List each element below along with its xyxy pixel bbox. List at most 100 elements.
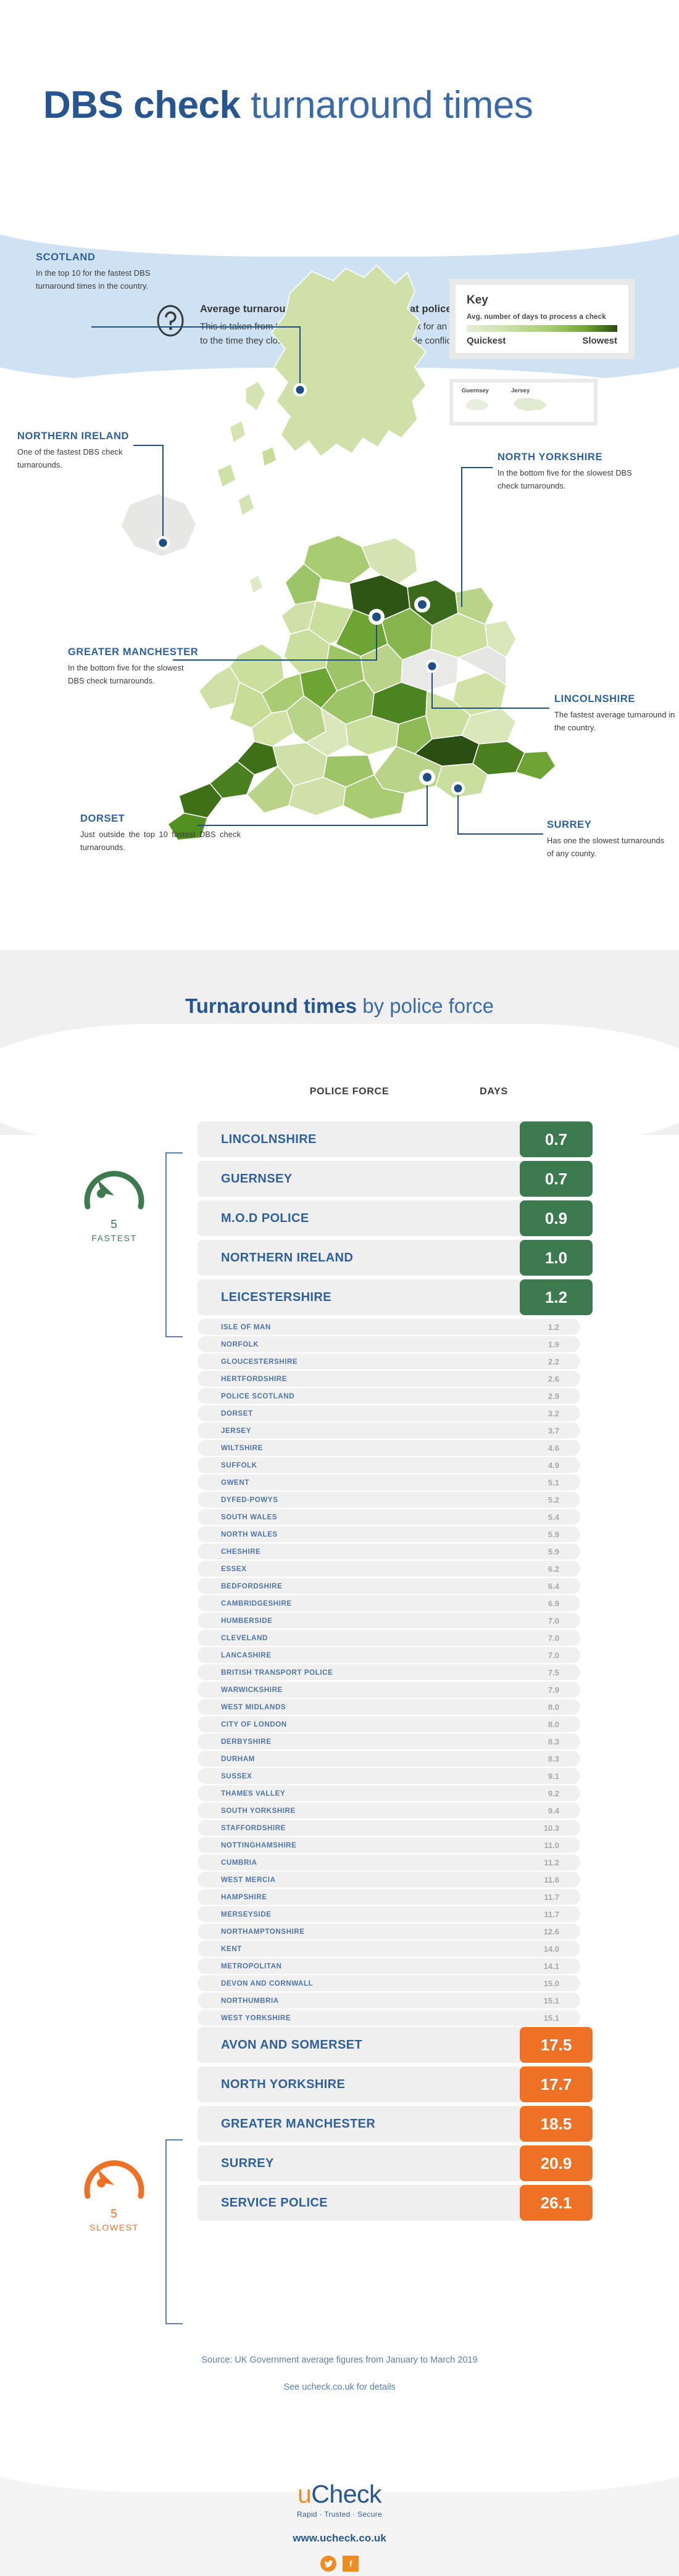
- facebook-icon[interactable]: [343, 2556, 359, 2572]
- table-row[interactable]: GREATER MANCHESTER 18.5: [198, 2106, 593, 2142]
- table-row-days: 1.0: [520, 1240, 593, 1276]
- table-row[interactable]: WEST MERCIA 11.6: [198, 1872, 580, 1888]
- table-row-force: DURHAM: [221, 1754, 255, 1763]
- table-row[interactable]: LINCOLNSHIRE 0.7: [198, 1121, 593, 1157]
- social-links: [0, 2556, 679, 2572]
- table-row[interactable]: NORTHUMBRIA 15.1: [198, 1992, 580, 2008]
- table-row[interactable]: JERSEY 3.7: [198, 1422, 580, 1439]
- section-title-bold: Turnaround times: [185, 994, 357, 1017]
- table-row[interactable]: HAMPSHIRE 11.7: [198, 1889, 580, 1905]
- twitter-icon[interactable]: [320, 2556, 336, 2572]
- table-row[interactable]: AVON AND SOMERSET 17.5: [198, 2027, 593, 2063]
- table-row[interactable]: NORTHAMPTONSHIRE 12.6: [198, 1923, 580, 1939]
- table-row-days: 14.0: [543, 1944, 559, 1954]
- table-row[interactable]: METROPOLITAN 14.1: [198, 1958, 580, 1974]
- table-row-force: THAMES VALLEY: [221, 1789, 286, 1798]
- table-row[interactable]: DURHAM 8.3: [198, 1751, 580, 1767]
- table-row[interactable]: GWENT 5.1: [198, 1474, 580, 1490]
- table-row[interactable]: DERBYSHIRE 8.3: [198, 1733, 580, 1749]
- table-row-force: HAMPSHIRE: [221, 1893, 267, 1901]
- callout-greater-manchester: GREATER MANCHESTER In the bottom five fo…: [68, 646, 198, 687]
- table-row[interactable]: M.O.D POLICE 0.9: [198, 1200, 593, 1236]
- table-row[interactable]: WEST MIDLANDS 8.0: [198, 1699, 580, 1715]
- table-row-force: POLICE SCOTLAND: [221, 1392, 295, 1400]
- table-row[interactable]: WILTSHIRE 4.6: [198, 1440, 580, 1456]
- table-row[interactable]: LEICESTERSHIRE 1.2: [198, 1279, 593, 1315]
- table-row-days: 11.2: [544, 1857, 559, 1867]
- table-row[interactable]: THAMES VALLEY 9.2: [198, 1785, 580, 1801]
- table-row-days: 5.2: [548, 1495, 559, 1505]
- table-row-force: ESSEX: [221, 1564, 247, 1573]
- table-row[interactable]: CUMBRIA 11.2: [198, 1854, 580, 1870]
- table-row[interactable]: POLICE SCOTLAND 2.9: [198, 1388, 580, 1404]
- table-row-days: 11.7: [544, 1909, 559, 1919]
- table-row[interactable]: SOUTH YORKSHIRE 9.4: [198, 1802, 580, 1818]
- table-row[interactable]: BEDFORDSHIRE 6.4: [198, 1578, 580, 1594]
- table-row[interactable]: CHESHIRE 5.9: [198, 1543, 580, 1559]
- table-row-days: 18.5: [520, 2106, 593, 2142]
- table-row-force: KENT: [221, 1944, 242, 1953]
- table-row[interactable]: SERVICE POLICE 26.1: [198, 2185, 593, 2221]
- table-row[interactable]: GUERNSEY 0.7: [198, 1161, 593, 1197]
- callout-north-yorkshire-title: NORTH YORKSHIRE: [498, 452, 603, 463]
- guernsey-shape-icon: [465, 399, 489, 410]
- island-guernsey: Guernsey: [462, 387, 493, 415]
- table-row-force: WILTSHIRE: [221, 1443, 263, 1452]
- table-row[interactable]: KENT 14.0: [198, 1941, 580, 1957]
- table-row-days: 1.2: [520, 1279, 593, 1315]
- table-row[interactable]: SOUTH WALES 5.4: [198, 1509, 580, 1525]
- table-row[interactable]: SUFFOLK 4.9: [198, 1457, 580, 1473]
- footer-url[interactable]: www.ucheck.co.uk: [0, 2532, 679, 2545]
- table-row[interactable]: NORFOLK 1.9: [198, 1336, 580, 1352]
- table-row[interactable]: CLEVELAND 7.0: [198, 1630, 580, 1646]
- table-row-days: 3.7: [548, 1426, 559, 1435]
- table-row[interactable]: ISLE OF MAN 1.2: [198, 1319, 580, 1335]
- table-row-force: GUERNSEY: [198, 1161, 525, 1197]
- callout-lincolnshire-body: The fastest average turnaround in the co…: [554, 710, 675, 732]
- table-row[interactable]: MERSEYSIDE 11.7: [198, 1906, 580, 1922]
- table-row-force: DEVON AND CORNWALL: [221, 1979, 314, 1988]
- ucheck-logo-rest: Check: [311, 2480, 382, 2508]
- table-row[interactable]: WEST YORKSHIRE 15.1: [198, 2010, 580, 2026]
- table-row-days: 8.3: [548, 1736, 559, 1746]
- speedometer-fast-icon: [84, 1171, 144, 1210]
- table-row[interactable]: NOTTINGHAMSHIRE 11.0: [198, 1837, 580, 1853]
- callout-scotland: SCOTLAND In the top 10 for the fastest D…: [36, 252, 178, 292]
- footer-content: uCheck Rapid · Trusted · Secure www.uche…: [0, 2480, 679, 2572]
- table-row-days: 7.0: [548, 1633, 559, 1643]
- table-row[interactable]: CAMBRIDGESHIRE 6.9: [198, 1595, 580, 1611]
- table-row[interactable]: NORTH WALES 5.9: [198, 1526, 580, 1542]
- callout-dorset-title: DORSET: [80, 813, 125, 824]
- table-row[interactable]: HUMBERSIDE 7.0: [198, 1612, 580, 1629]
- table-row[interactable]: NORTH YORKSHIRE 17.7: [198, 2066, 593, 2102]
- table-row-days: 0.9: [520, 1200, 593, 1236]
- table-row-force: WEST MIDLANDS: [221, 1703, 286, 1711]
- map-key-gradient-bar: [467, 325, 617, 332]
- table-row-days: 9.1: [548, 1771, 559, 1781]
- table-row[interactable]: SURREY 20.9: [198, 2145, 593, 2181]
- table-row[interactable]: SUSSEX 9.1: [198, 1768, 580, 1784]
- table-row[interactable]: DEVON AND CORNWALL 15.0: [198, 1975, 580, 1991]
- callout-scotland-body: In the top 10 for the fastest DBS turnar…: [36, 268, 151, 291]
- column-header-days: DAYS: [480, 1086, 508, 1097]
- table-row-days: 7.0: [548, 1616, 559, 1625]
- table-row-days: 2.6: [548, 1374, 559, 1384]
- table-row-force: NORFOLK: [221, 1340, 259, 1348]
- table-row[interactable]: CITY OF LONDON 8.0: [198, 1716, 580, 1732]
- slowest-badge-word: SLOWEST: [90, 2223, 139, 2232]
- table-row[interactable]: GLOUCESTERSHIRE 2.2: [198, 1353, 580, 1369]
- table-row[interactable]: DYFED-POWYS 5.2: [198, 1492, 580, 1508]
- table-row[interactable]: NORTHERN IRELAND 1.0: [198, 1240, 593, 1276]
- table-row[interactable]: LANCASHIRE 7.0: [198, 1647, 580, 1663]
- table-row[interactable]: DORSET 3.2: [198, 1405, 580, 1421]
- table-row[interactable]: STAFFORDSHIRE 10.3: [198, 1820, 580, 1836]
- page-title-bold: DBS check: [43, 84, 241, 126]
- table-row[interactable]: WARWICKSHIRE 7.9: [198, 1682, 580, 1698]
- table-row-force: NOTTINGHAMSHIRE: [221, 1841, 297, 1849]
- table-row[interactable]: BRITISH TRANSPORT POLICE 7.5: [198, 1664, 580, 1680]
- callout-north-yorkshire: NORTH YORKSHIRE In the bottom five for t…: [498, 452, 639, 492]
- table-row[interactable]: HERTFORDSHIRE 2.6: [198, 1371, 580, 1387]
- table-row-force: HERTFORDSHIRE: [221, 1374, 287, 1383]
- table-row[interactable]: ESSEX 6.2: [198, 1561, 580, 1577]
- fastest-badge-number: 5: [110, 1218, 118, 1231]
